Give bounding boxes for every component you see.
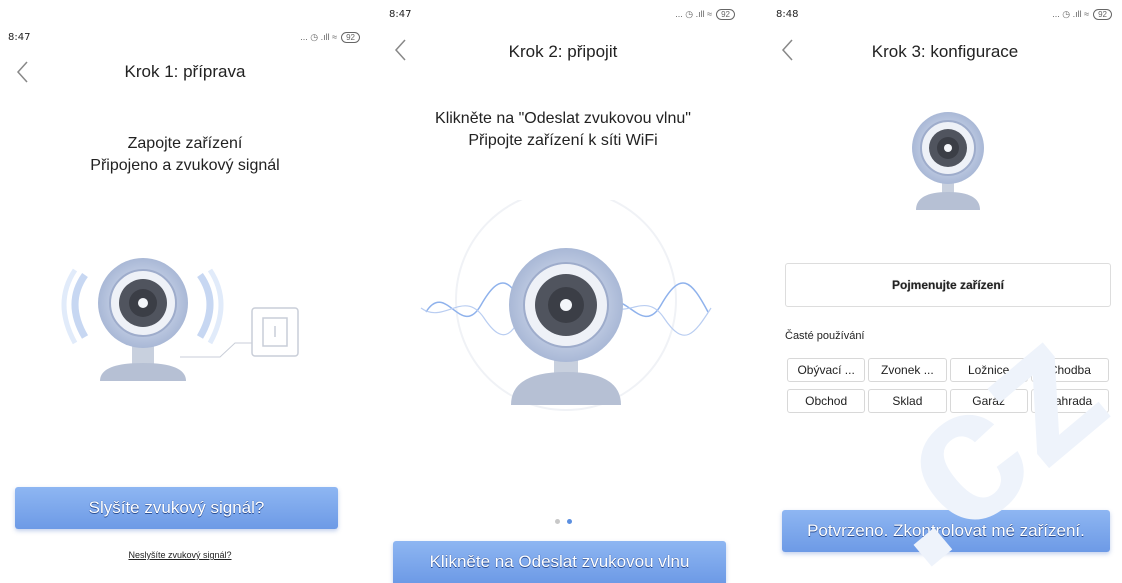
signal-icons: ... ◷ .ıll ≈ [1052, 8, 1090, 19]
page-dot-active [566, 519, 572, 524]
room-chip[interactable]: Ložnice [949, 358, 1028, 382]
room-chip[interactable]: Zvonek ... [868, 358, 947, 382]
instruction-line-2: Připojeno a zvukový signál [90, 157, 280, 174]
instruction-line-2: Připojte zařízení k síti WiFi [468, 132, 658, 149]
common-usage-label: Časté používání [785, 330, 865, 342]
status-icons: ... ◷ .ıll ≈ 92 [675, 8, 735, 20]
signal-icons: ... ◷ .ıll ≈ [300, 31, 338, 42]
status-icons: ... ◷ .ıll ≈ 92 [1052, 8, 1112, 20]
status-bar: 8:48 ... ◷ .ıll ≈ 92 [776, 5, 1112, 23]
device-name-field[interactable]: Pojmenujte zařízení [785, 263, 1111, 307]
room-chip[interactable]: Obývací ... [787, 358, 866, 382]
screen-step-1: 8:47 ... ◷ .ıll ≈ 92 Krok 1: příprava Za… [0, 0, 370, 583]
battery-icon: 92 [341, 31, 360, 43]
camera-icon [912, 112, 984, 210]
room-chips: Obývací ... Zvonek ... Ložnice Chodba Ob… [787, 358, 1109, 413]
sound-wave-illustration [420, 200, 712, 411]
room-chip[interactable]: Zahrada [1030, 389, 1109, 413]
room-chip[interactable]: Chodba [1030, 358, 1109, 382]
status-time: 8:47 [8, 31, 31, 43]
instruction-line-1: Zapojte zařízení [127, 135, 243, 152]
page-dot [554, 519, 560, 524]
heard-signal-button[interactable]: Slyšíte zvukový signál? [15, 487, 338, 529]
page-title: Krok 1: příprava [124, 62, 246, 81]
battery-icon: 92 [1093, 8, 1112, 20]
status-time: 8:48 [776, 8, 799, 20]
status-time: 8:47 [389, 8, 412, 20]
screen-step-3: 8:48 ... ◷ .ıll ≈ 92 Krok 3: konfigurace… [768, 0, 1122, 583]
status-bar: 8:47 ... ◷ .ıll ≈ 92 [8, 28, 360, 46]
room-chip[interactable]: Sklad [868, 389, 947, 413]
no-signal-link[interactable]: Neslyšíte zvukový signál? [0, 550, 370, 560]
battery-icon: 92 [716, 8, 735, 20]
send-sound-wave-button[interactable]: Klikněte na Odeslat zvukovou vlnu [393, 541, 726, 583]
status-icons: ... ◷ .ıll ≈ 92 [300, 31, 360, 43]
signal-icons: ... ◷ .ıll ≈ [675, 8, 713, 19]
camera-plugged-illustration [61, 258, 299, 381]
room-chip[interactable]: Obchod [787, 389, 866, 413]
confirm-button[interactable]: Potvrzeno. Zkontrolovat mé zařízení. [782, 510, 1110, 552]
page-title: Krok 2: připojit [508, 42, 618, 61]
instruction-line-1: Klikněte na "Odeslat zvukovou vlnu" [435, 110, 691, 127]
status-bar: 8:47 ... ◷ .ıll ≈ 92 [389, 5, 735, 23]
page-title: Krok 3: konfigurace [871, 42, 1019, 61]
room-chip[interactable]: Garáž [949, 389, 1028, 413]
page-indicator [381, 519, 745, 524]
screen-step-2: 8:47 ... ◷ .ıll ≈ 92 Krok 2: připojit Kl… [381, 0, 745, 583]
